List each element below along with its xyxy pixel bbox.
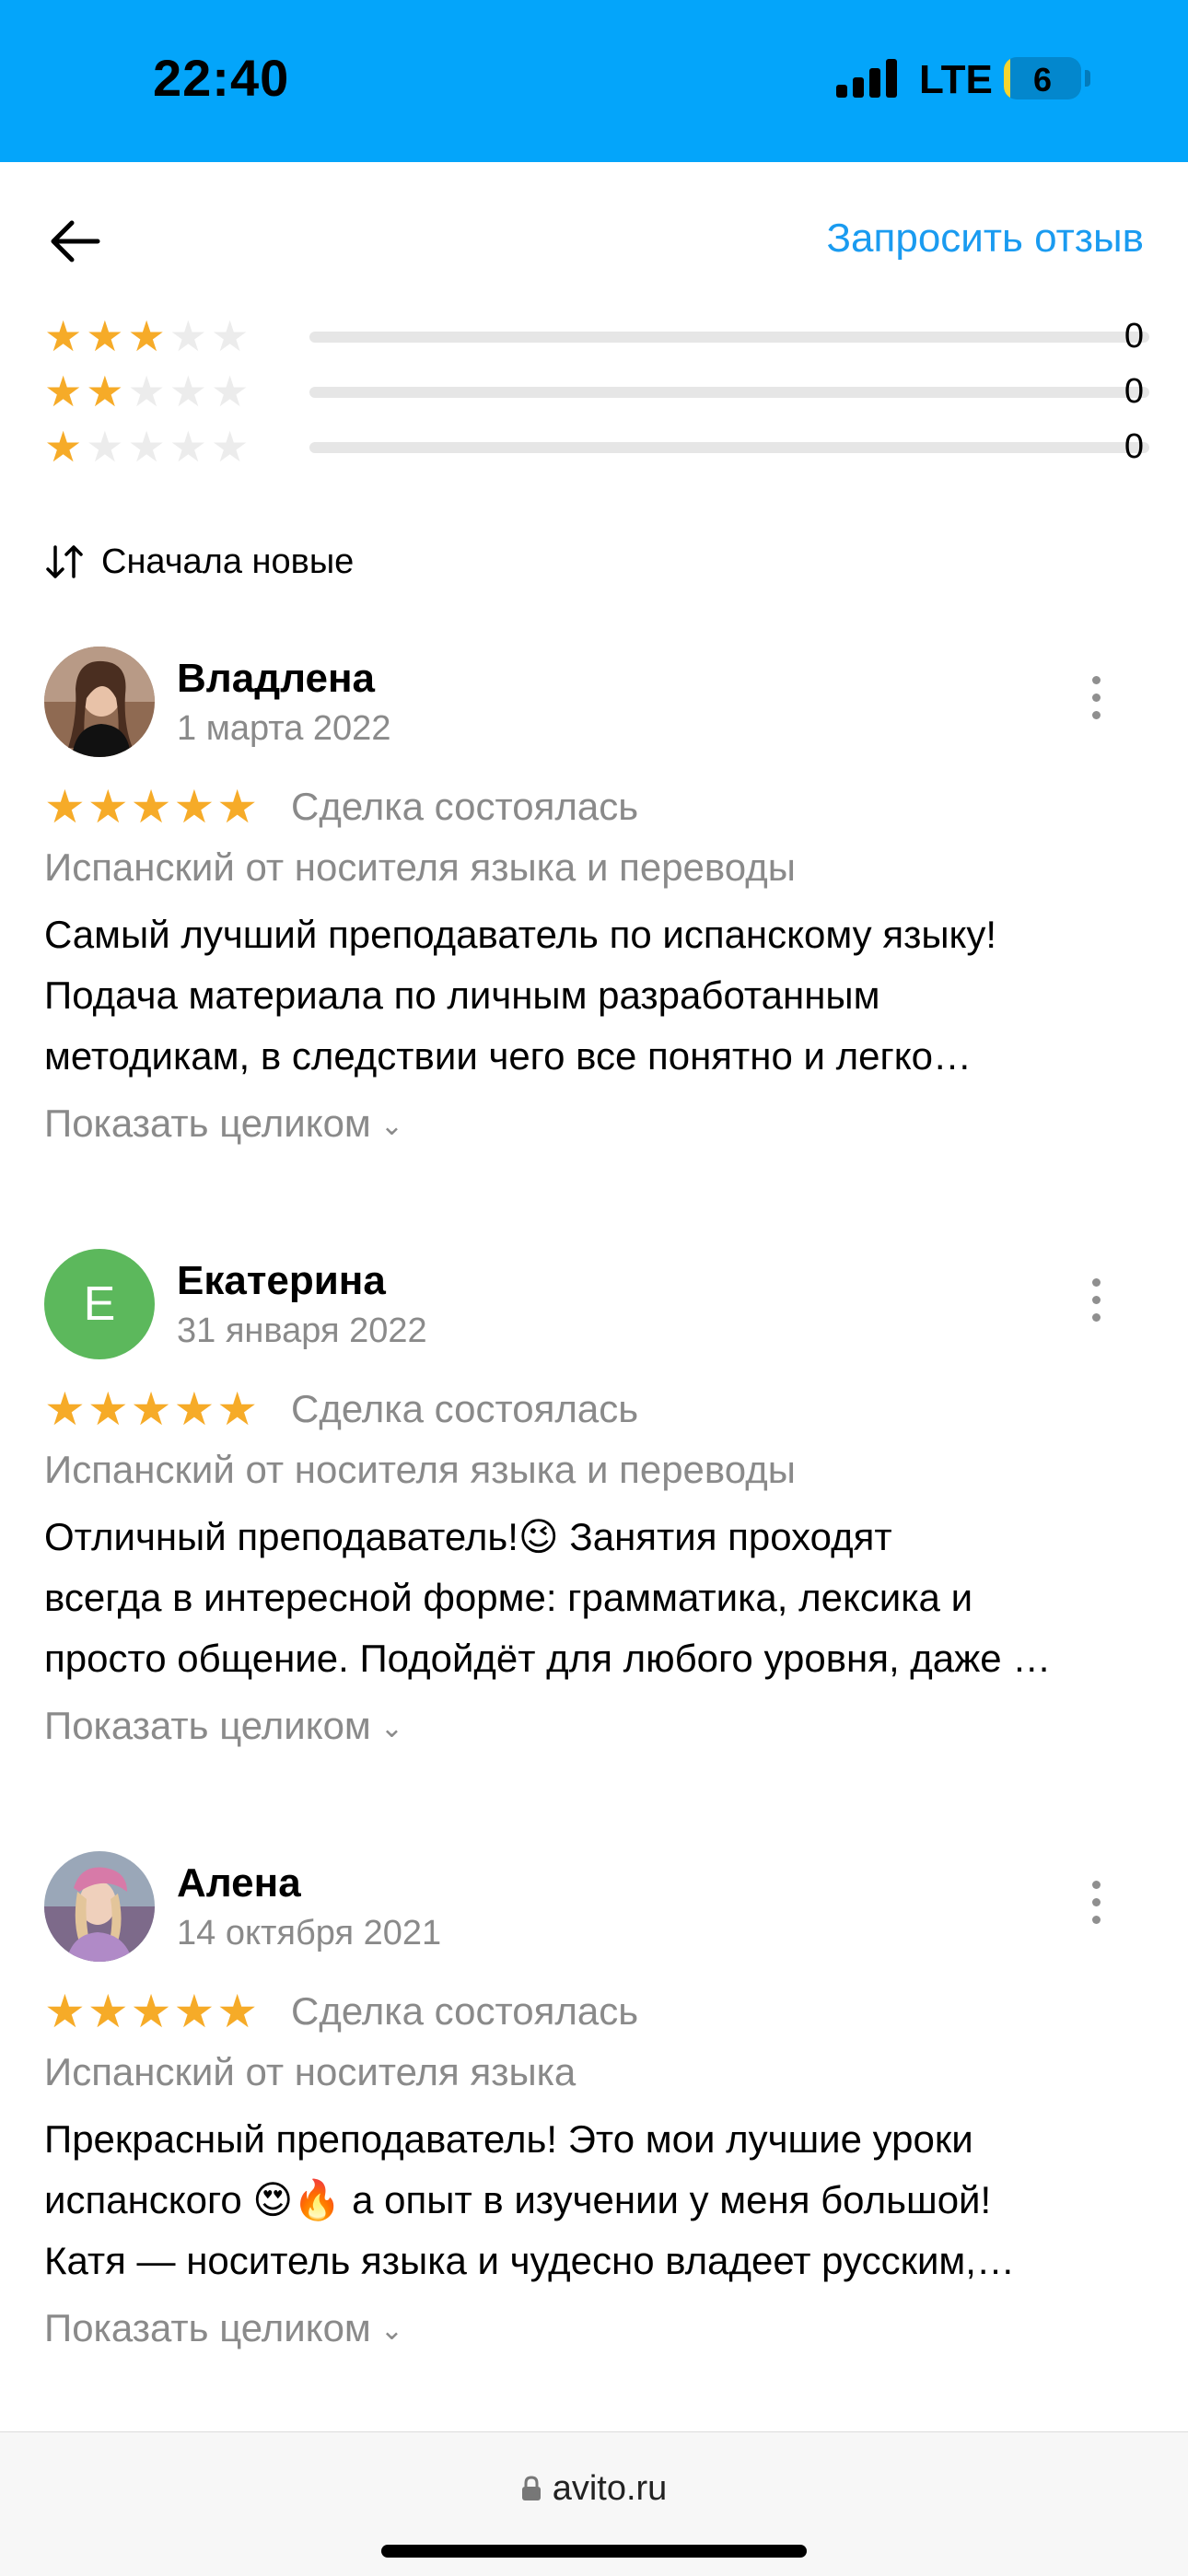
deal-status: Сделка состоялась (291, 785, 639, 828)
rating-bar (309, 442, 1149, 453)
show-full-label: Показать целиком (44, 1102, 371, 1145)
review-stars: ★★★★★ (44, 1383, 261, 1435)
review-text-line: испанского 😍🔥 а опыт в изучении у меня б… (44, 2178, 992, 2221)
show-full-label: Показать целиком (44, 1704, 371, 1747)
rating-row-2: ★★★★★ 0 (44, 367, 1149, 415)
more-options-button[interactable] (1087, 676, 1105, 731)
review-text-line: Подача материала по личным разработанным (44, 973, 880, 1017)
battery-icon: 6 (1004, 57, 1081, 99)
rating-stars: ★★★★★ (44, 312, 253, 360)
battery-level: 6 (1032, 61, 1053, 99)
signal-icon (836, 59, 901, 98)
reviewer-name: Владлена (177, 656, 376, 701)
rating-count: 0 (1124, 427, 1144, 466)
deal-status: Сделка состоялась (291, 1387, 639, 1430)
avatar-initial: E (84, 1277, 116, 1331)
rating-stars: ★★★★★ (44, 423, 253, 471)
more-options-button[interactable] (1087, 1881, 1105, 1936)
show-full-label: Показать целиком (44, 2306, 371, 2349)
chevron-down-icon: ⌄ (379, 1111, 403, 1141)
review-text-line: всегда в интересной форме: грамматика, л… (44, 1576, 973, 1619)
review-text-line: Прекрасный преподаватель! Это мои лучшие… (44, 2117, 973, 2161)
chevron-down-icon: ⌄ (379, 2315, 403, 2346)
review-text: Самый лучший преподаватель по испанскому… (44, 904, 1149, 1087)
rating-stars: ★★★★★ (44, 367, 253, 415)
rating-bar (309, 387, 1149, 398)
rating-row-1: ★★★★★ 0 (44, 423, 1149, 471)
service-title: Испанский от носителя языка и переводы (44, 1448, 796, 1491)
deal-status: Сделка состоялась (291, 1989, 639, 2033)
review-stars: ★★★★★ (44, 781, 261, 833)
review-text-line: Самый лучший преподаватель по испанскому… (44, 913, 997, 956)
reviewer-name: Екатерина (177, 1258, 386, 1303)
review-text-line: просто общение. Подойдёт для любого уров… (44, 1637, 1052, 1680)
service-title: Испанский от носителя языка (44, 2050, 577, 2093)
review-text-line: Отличный преподаватель!😉 Занятия проходя… (44, 1515, 892, 1558)
rating-bar (309, 332, 1149, 343)
service-title: Испанский от носителя языка и переводы (44, 845, 796, 889)
avatar[interactable] (44, 1851, 155, 1962)
rating-count: 0 (1124, 372, 1144, 411)
show-full-button[interactable]: Показать целиком ⌄ (44, 2306, 403, 2350)
status-time: 22:40 (153, 49, 290, 107)
review-stars: ★★★★★ (44, 1986, 261, 2037)
review-card: E Екатерина 31 января 2022 ★★★★★ Сделка … (0, 1249, 1188, 1820)
rating-count: 0 (1124, 317, 1144, 356)
review-text-line: методикам, в следствии чего все понятно … (44, 1034, 972, 1078)
review-date: 31 января 2022 (177, 1311, 427, 1350)
lock-icon (521, 2476, 541, 2500)
review-text-line: Катя — носитель языка и чудесно владеет … (44, 2239, 1015, 2282)
review-card: Алена 14 октября 2021 ★★★★★ Сделка состо… (0, 1851, 1188, 2422)
review-text: Прекрасный преподаватель! Это мои лучшие… (44, 2109, 1149, 2291)
show-full-button[interactable]: Показать целиком ⌄ (44, 1704, 403, 1748)
chevron-down-icon: ⌄ (379, 1713, 403, 1743)
review-card: Владлена 1 марта 2022 ★★★★★ Сделка состо… (0, 647, 1188, 1218)
show-full-button[interactable]: Показать целиком ⌄ (44, 1102, 403, 1146)
avatar[interactable] (44, 647, 155, 757)
arrow-left-icon (51, 220, 100, 262)
url-text: avito.ru (552, 2469, 668, 2508)
battery-tip (1085, 70, 1090, 87)
home-indicator[interactable] (381, 2545, 807, 2558)
browser-bar: avito.ru (0, 2431, 1188, 2576)
review-date: 1 марта 2022 (177, 709, 391, 748)
more-options-button[interactable] (1087, 1278, 1105, 1334)
review-text: Отличный преподаватель!😉 Занятия проходя… (44, 1507, 1149, 1689)
review-date: 14 октября 2021 (177, 1914, 442, 1952)
avatar[interactable]: E (44, 1249, 155, 1359)
reviewer-name: Алена (177, 1860, 301, 1906)
back-button[interactable] (44, 208, 111, 274)
sort-arrows-icon (46, 545, 83, 578)
address-bar[interactable]: avito.ru (0, 2469, 1188, 2509)
request-review-link[interactable]: Запросить отзыв (826, 216, 1144, 262)
network-type: LTE (919, 57, 993, 102)
status-bar: 22:40 LTE 6 (0, 0, 1188, 162)
rating-row-3: ★★★★★ 0 (44, 312, 1149, 360)
sort-label: Сначала новые (101, 542, 355, 581)
